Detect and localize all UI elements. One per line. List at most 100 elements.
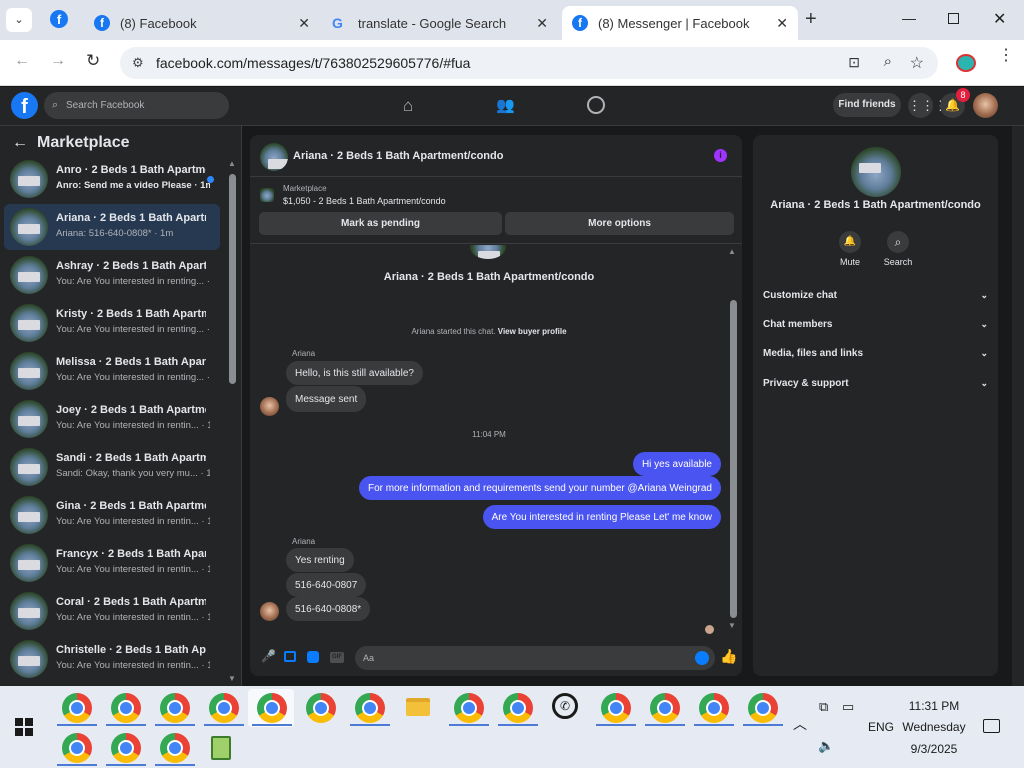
- groups-nav-icon[interactable]: [587, 96, 605, 114]
- chrome-taskbar-icon[interactable]: [503, 693, 533, 723]
- incoming-message[interactable]: Hello, is this still available?: [286, 361, 423, 385]
- chrome-taskbar-icon[interactable]: [160, 733, 190, 763]
- listing-title[interactable]: $1,050 - 2 Beds 1 Bath Apartment/condo: [283, 196, 446, 206]
- outgoing-message[interactable]: Are You interested in renting Please Let…: [482, 505, 721, 529]
- close-tab-icon[interactable]: ✕: [298, 15, 310, 32]
- friends-nav-icon[interactable]: 👥: [496, 96, 515, 114]
- reload-icon[interactable]: ↻: [86, 51, 100, 71]
- close-tab-icon[interactable]: ✕: [776, 15, 788, 32]
- incoming-message[interactable]: 516-640-0808*: [286, 597, 371, 621]
- back-icon[interactable]: ←: [14, 52, 30, 70]
- scroll-down-icon[interactable]: ▼: [228, 674, 236, 683]
- chat-members-section[interactable]: Chat members ⌄: [763, 319, 988, 330]
- menu-grid-icon[interactable]: ⋮⋮⋮: [908, 93, 947, 118]
- conversation-item[interactable]: Gina · 2 Beds 1 Bath Apartment... You: A…: [4, 492, 220, 538]
- conversation-item[interactable]: Christelle · 2 Beds 1 Bath Apart... You:…: [4, 636, 220, 682]
- facebook-logo-icon[interactable]: f: [11, 92, 38, 119]
- restore-icon[interactable]: [948, 13, 959, 24]
- chrome-taskbar-icon[interactable]: [748, 693, 778, 723]
- search-facebook-input[interactable]: ⌕ Search Facebook: [44, 92, 229, 119]
- windows-start-icon[interactable]: [15, 718, 33, 736]
- site-settings-icon[interactable]: ⚙: [132, 55, 144, 71]
- clock-day[interactable]: Wednesday: [900, 720, 968, 734]
- chrome-taskbar-icon[interactable]: [601, 693, 631, 723]
- home-nav-icon[interactable]: ⌂: [403, 96, 413, 116]
- conversation-item[interactable]: Francyx · 2 Beds 1 Bath Apartm... You: A…: [4, 540, 220, 586]
- conversation-item[interactable]: Ashray · 2 Beds 1 Bath Apartme... You: A…: [4, 252, 220, 298]
- minimize-icon[interactable]: —: [902, 10, 916, 26]
- whatsapp-icon[interactable]: ✆: [552, 693, 578, 719]
- clock-time[interactable]: 11:31 PM: [900, 699, 968, 713]
- tab-list-dropdown-icon[interactable]: ⌄: [6, 8, 32, 32]
- new-tab-icon[interactable]: +: [805, 8, 817, 31]
- conversation-item[interactable]: Joey · 2 Beds 1 Bath Apartment... You: A…: [4, 396, 220, 442]
- incoming-message[interactable]: 516-640-0807: [286, 573, 367, 597]
- view-buyer-profile-link[interactable]: View buyer profile: [498, 327, 567, 336]
- chrome-taskbar-icon[interactable]: [111, 733, 141, 763]
- chat-avatar[interactable]: [260, 143, 288, 171]
- scroll-up-icon[interactable]: ▲: [228, 159, 236, 168]
- outgoing-message[interactable]: For more information and requirements se…: [358, 476, 721, 500]
- chrome-taskbar-icon[interactable]: [62, 733, 92, 763]
- gif-icon[interactable]: GIF: [330, 652, 344, 663]
- tab-google-search[interactable]: G translate - Google Search ✕: [322, 6, 558, 40]
- conversation-item-selected[interactable]: Ariana · 2 Beds 1 Bath Apartme... Ariana…: [4, 204, 220, 250]
- outgoing-message[interactable]: Hi yes available: [632, 452, 721, 476]
- find-friends-button[interactable]: Find friends: [833, 93, 901, 117]
- conversation-item[interactable]: Anro · 2 Beds 1 Bath Apartme... Anro: Se…: [4, 156, 220, 202]
- chrome-taskbar-icon[interactable]: [62, 693, 92, 723]
- sticker-icon[interactable]: [307, 651, 319, 663]
- conversation-info-icon[interactable]: i: [714, 149, 727, 162]
- tab-facebook[interactable]: f (8) Facebook ✕: [84, 6, 320, 40]
- back-arrow-icon[interactable]: ←: [12, 134, 28, 152]
- file-explorer-icon[interactable]: [406, 698, 430, 716]
- photo-icon[interactable]: [284, 651, 296, 662]
- volume-icon[interactable]: 🔈: [818, 738, 834, 754]
- chat-title[interactable]: Ariana · 2 Beds 1 Bath Apartment/condo: [293, 150, 503, 162]
- customize-chat-section[interactable]: Customize chat ⌄: [763, 290, 988, 301]
- incoming-message[interactable]: Message sent: [286, 386, 367, 412]
- notification-center-icon[interactable]: [983, 719, 1000, 733]
- extension-icon[interactable]: [956, 54, 976, 72]
- chrome-taskbar-icon[interactable]: [699, 693, 729, 723]
- url-bar[interactable]: ⚙ facebook.com/messages/t/76380252960577…: [120, 47, 938, 79]
- media-files-links-section[interactable]: Media, files and links ⌄: [763, 348, 988, 359]
- install-app-icon[interactable]: ⊡: [848, 54, 860, 71]
- chrome-taskbar-icon[interactable]: [209, 693, 239, 723]
- chrome-taskbar-icon[interactable]: [650, 693, 680, 723]
- page-scrollbar[interactable]: [1012, 126, 1024, 686]
- chrome-menu-icon[interactable]: ⋮: [998, 48, 1014, 64]
- network-icon[interactable]: ▭: [842, 699, 854, 715]
- search-button[interactable]: ⌕: [887, 231, 909, 253]
- chrome-taskbar-icon[interactable]: [454, 693, 484, 723]
- incoming-message[interactable]: Yes renting: [286, 548, 354, 572]
- close-window-icon[interactable]: ✕: [993, 9, 1006, 29]
- conversation-item[interactable]: Melissa · 2 Beds 1 Bath Apartm... You: A…: [4, 348, 220, 394]
- scroll-down-icon[interactable]: ▼: [728, 621, 736, 630]
- scroll-up-icon[interactable]: ▲: [728, 247, 736, 256]
- chrome-taskbar-icon[interactable]: [111, 693, 141, 723]
- microphone-icon[interactable]: 🎤: [261, 649, 276, 663]
- chat-scrollbar[interactable]: [730, 300, 737, 618]
- privacy-support-section[interactable]: Privacy & support ⌄: [763, 378, 988, 389]
- bookmark-star-icon[interactable]: ☆: [910, 53, 924, 73]
- mute-button[interactable]: 🔔: [839, 231, 861, 253]
- message-input[interactable]: Aa: [355, 646, 715, 670]
- language-indicator[interactable]: ENG: [868, 720, 894, 734]
- like-thumb-icon[interactable]: 👍: [720, 648, 737, 665]
- close-tab-icon[interactable]: ✕: [536, 15, 548, 32]
- conversation-item[interactable]: Sandi · 2 Beds 1 Bath Apartmen... Sandi:…: [4, 444, 220, 490]
- conversation-item[interactable]: Kristy · 2 Beds 1 Bath Apartmen... You: …: [4, 300, 220, 346]
- sidebar-scrollbar[interactable]: [229, 174, 236, 384]
- chrome-taskbar-icon[interactable]: [355, 693, 385, 723]
- forward-icon[interactable]: →: [50, 52, 66, 70]
- zoom-icon[interactable]: ⌕: [884, 53, 892, 70]
- more-options-button[interactable]: More options: [505, 212, 734, 235]
- emoji-icon[interactable]: [695, 651, 709, 665]
- clock-date[interactable]: 9/3/2025: [900, 742, 968, 756]
- meet-now-icon[interactable]: ⧉: [819, 699, 828, 715]
- notepad-icon[interactable]: [211, 736, 231, 760]
- profile-avatar[interactable]: [973, 93, 998, 118]
- chrome-taskbar-icon[interactable]: [306, 693, 336, 723]
- pinned-facebook-tab[interactable]: f: [50, 10, 68, 28]
